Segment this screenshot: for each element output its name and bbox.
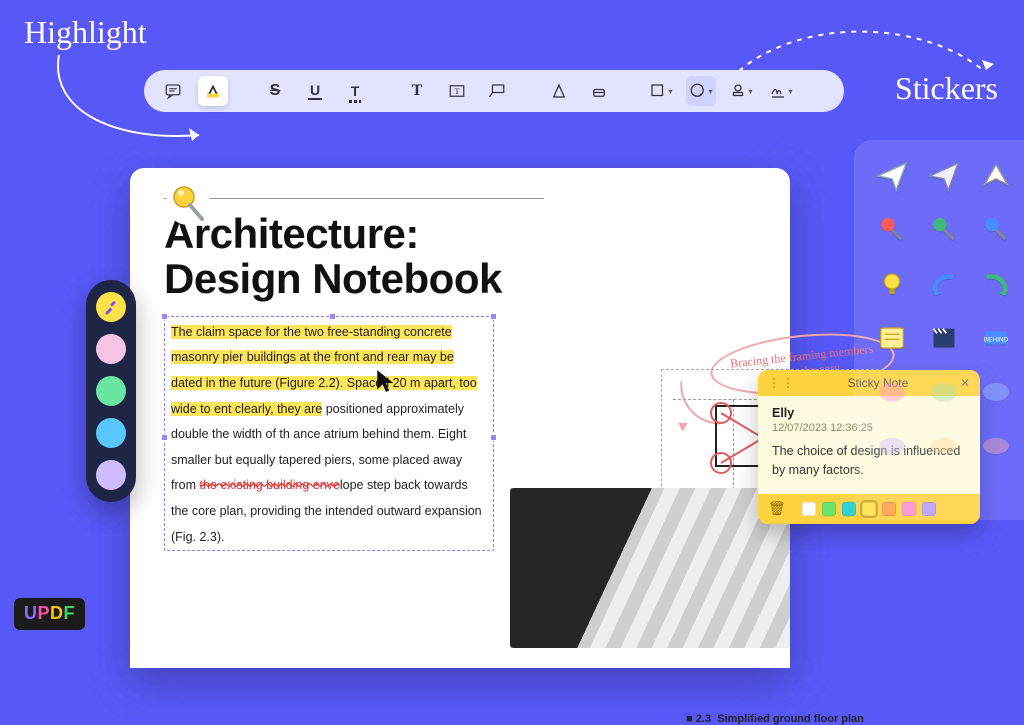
annotation-toolbar: S U T T T ▾ ▾ ▾ ▾ (144, 70, 844, 112)
arrow-sticker[interactable] (924, 264, 964, 304)
signature-tool[interactable]: ▾ (766, 76, 796, 106)
label-highlight: Highlight (24, 14, 147, 51)
arrow-sticker[interactable] (976, 264, 1016, 304)
color-swatch[interactable] (96, 334, 126, 364)
eyedropper-button[interactable] (96, 292, 126, 322)
squiggly-tool[interactable]: T (340, 76, 370, 106)
underline-tool[interactable]: U (300, 76, 330, 106)
selection-handle[interactable] (490, 434, 497, 441)
pushpin-sticker[interactable] (164, 179, 212, 227)
brand-logo: UPDF (14, 598, 85, 630)
strikeout-tool[interactable]: S (260, 76, 290, 106)
sticker-item[interactable] (924, 426, 964, 466)
sticker-item[interactable] (872, 426, 912, 466)
drag-handle-icon[interactable]: ⋮⋮ (768, 376, 796, 390)
sticker-panel: BEHIND (854, 140, 1024, 520)
trash-icon[interactable]: 🗑 (768, 500, 786, 517)
selection-handle[interactable] (329, 313, 336, 320)
body-text-block[interactable]: The claim space for the two free-standin… (164, 316, 494, 552)
paperplane-sticker[interactable] (872, 156, 912, 196)
sticker-tool[interactable]: ▾ (686, 76, 716, 106)
lightbulb-sticker[interactable] (872, 264, 912, 304)
textbox-tool[interactable]: T (442, 76, 472, 106)
callout-tool[interactable] (482, 76, 512, 106)
stamp-tool[interactable]: ▾ (726, 76, 756, 106)
selection-handle[interactable] (490, 313, 497, 320)
pushpin-sticker[interactable] (872, 210, 912, 250)
sticker-item[interactable] (976, 372, 1016, 412)
badge-sticker[interactable]: BEHIND (976, 318, 1016, 358)
color-swatch[interactable] (96, 376, 126, 406)
sticker-item[interactable] (872, 372, 912, 412)
pencil-tool[interactable] (544, 76, 574, 106)
selection-handle[interactable] (161, 434, 168, 441)
note-sticker[interactable] (872, 318, 912, 358)
sticker-item[interactable] (976, 426, 1016, 466)
pushpin-sticker[interactable] (924, 210, 964, 250)
clapper-sticker[interactable] (924, 318, 964, 358)
highlight-color-picker (86, 280, 136, 502)
color-swatch[interactable] (822, 502, 836, 516)
highlighter-tool[interactable] (198, 76, 228, 106)
svg-text:BEHIND: BEHIND (984, 336, 1009, 343)
shape-tool[interactable]: ▾ (646, 76, 676, 106)
building-photo (510, 488, 790, 648)
origami-sticker[interactable] (976, 156, 1016, 196)
color-swatch[interactable] (802, 502, 816, 516)
eraser-tool[interactable] (584, 76, 614, 106)
strikeout-text: the existing building enve (199, 478, 339, 492)
text-tool[interactable]: T (402, 76, 432, 106)
comment-tool[interactable] (158, 76, 188, 106)
sticker-item[interactable] (924, 372, 964, 412)
page-title: Architecture: Design Notebook (164, 211, 544, 302)
pushpin-sticker[interactable] (976, 210, 1016, 250)
selection-handle[interactable] (161, 313, 168, 320)
color-swatch[interactable] (96, 460, 126, 490)
paperplane-sticker[interactable] (924, 156, 964, 196)
svg-text:T: T (454, 87, 459, 96)
figure-caption: ■ 2.3 Simplified ground floor plan (645, 713, 905, 725)
color-swatch[interactable] (96, 418, 126, 448)
